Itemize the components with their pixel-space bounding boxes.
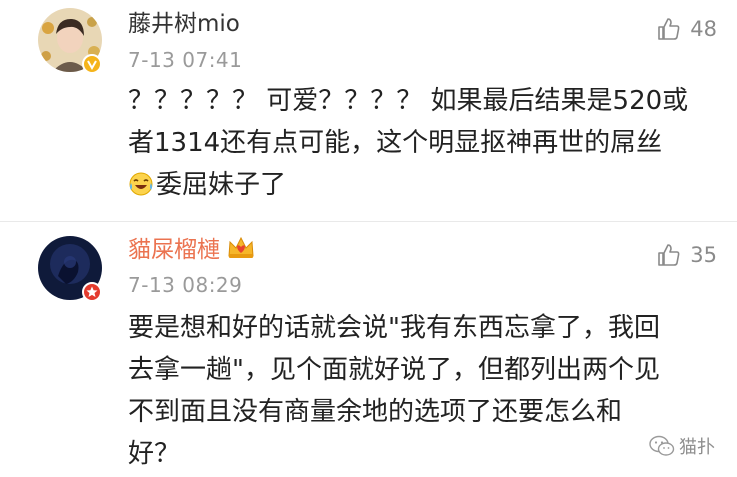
- username[interactable]: 貓屎榴槤: [128, 234, 256, 265]
- thumbs-up-icon: [658, 244, 680, 266]
- like-button[interactable]: 35: [656, 240, 717, 270]
- comment-line: 者1314还有点可能，这个明显抠神再世的屌丝: [128, 128, 663, 158]
- username-text: 貓屎榴槤: [128, 237, 220, 263]
- comment-line: ？？？？？ 可爱？？？？ 如果最后结果是520或: [128, 86, 689, 116]
- comment-content: 要是想和好的话就会说"我有东西忘拿了，我回 去拿一趟"，见个面就好说了，但都列出…: [128, 307, 718, 475]
- comment-text: 委屈妹子了: [156, 170, 287, 200]
- red-star-badge-icon: [82, 282, 102, 302]
- gold-v-badge-icon: [82, 54, 102, 74]
- thumbs-up-icon: [658, 18, 680, 40]
- comment-item: 貓屎榴槤 7-13 08:29 35 要是想和好的话就会说"我有东西忘拿了，我回…: [0, 222, 737, 477]
- like-count: 35: [690, 243, 717, 267]
- comment-line: 去拿一趟"，见个面就好说了，但都列出两个见: [128, 355, 660, 385]
- timestamp: 7-13 07:41: [128, 48, 243, 72]
- comment-line-with-emoji: 委屈妹子了: [128, 164, 718, 206]
- crown-icon: [228, 236, 254, 258]
- laughing-crying-emoji-icon: [129, 172, 153, 196]
- wechat-icon: [649, 435, 675, 456]
- watermark: 猫扑: [649, 433, 715, 459]
- comment-line: 要是想和好的话就会说"我有东西忘拿了，我回: [128, 313, 660, 343]
- comment-line: 好？: [128, 439, 181, 469]
- watermark-text: 猫扑: [679, 437, 715, 458]
- like-button[interactable]: 48: [656, 14, 717, 44]
- timestamp: 7-13 08:29: [128, 273, 243, 297]
- comment-line: 不到面且没有商量余地的选项了还要怎么和: [128, 397, 623, 427]
- username[interactable]: 藤井树mio: [128, 9, 240, 39]
- comment-content: ？？？？？ 可爱？？？？ 如果最后结果是520或 者1314还有点可能，这个明显…: [128, 80, 718, 206]
- like-count: 48: [690, 17, 717, 41]
- comment-item: 藤井树mio 7-13 07:41 48 ？？？？？ 可爱？？？？ 如果最后结果…: [0, 0, 737, 222]
